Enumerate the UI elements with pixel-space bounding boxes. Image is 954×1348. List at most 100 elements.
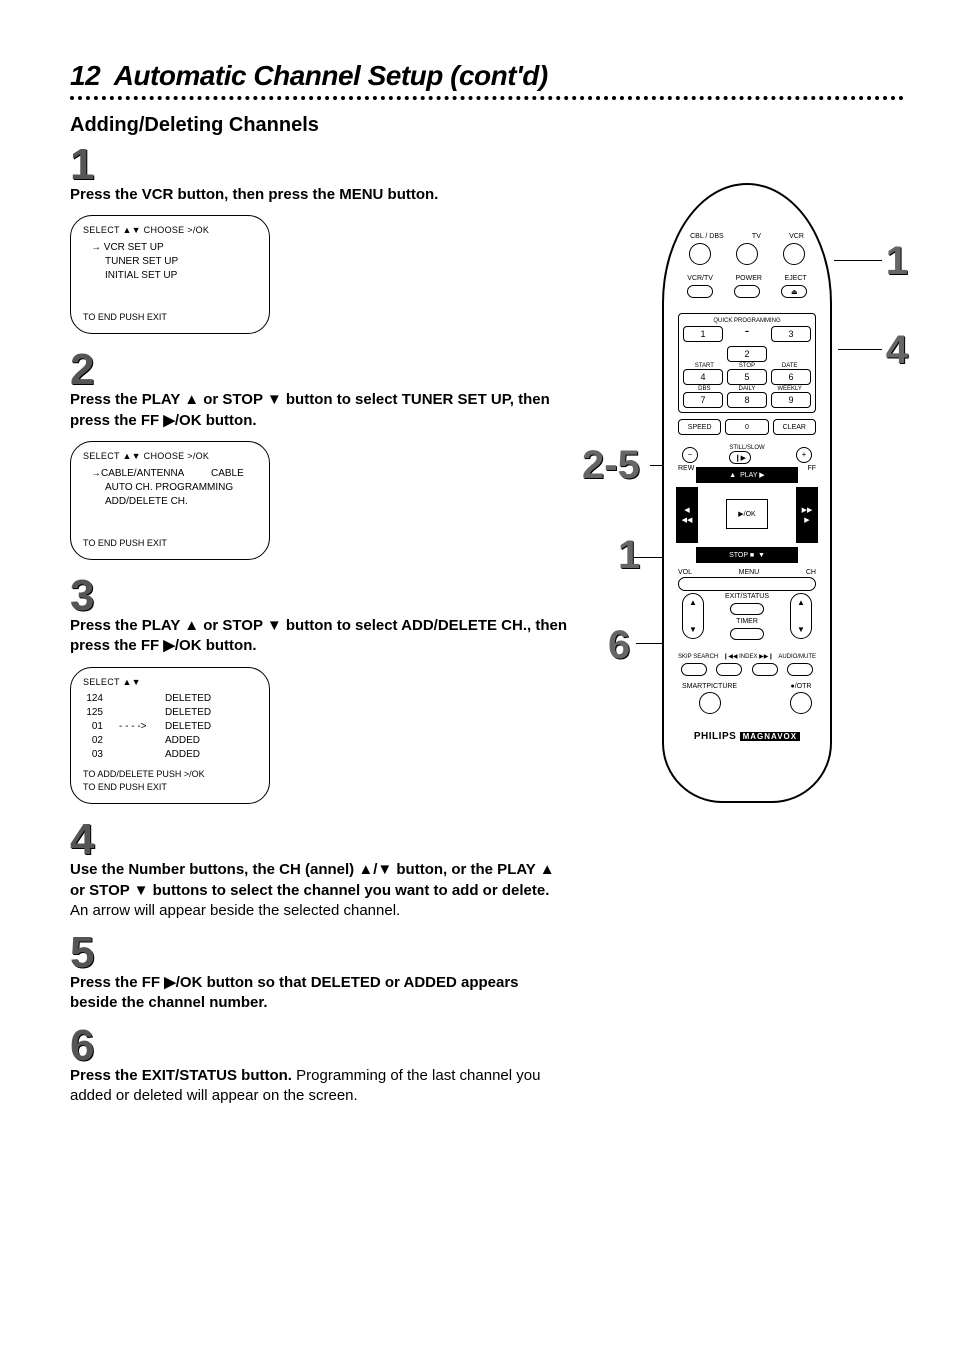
- vcrtv-label: VCR/TV: [687, 275, 713, 282]
- smartpicture-label: SMARTPICTURE: [682, 683, 737, 690]
- slow-plus-button[interactable]: +: [796, 447, 812, 463]
- vcr-button[interactable]: [783, 243, 805, 265]
- step-number-2: 2: [70, 348, 570, 392]
- index-prev-button[interactable]: [716, 663, 742, 676]
- key-0[interactable]: 0: [725, 419, 768, 435]
- callout-6: 6: [608, 623, 630, 668]
- osd2-row-3: ADD/DELETE CH.: [91, 495, 257, 509]
- step-6-text: Press the EXIT/STATUS button. Programmin…: [70, 1066, 570, 1107]
- bottom-row: SMARTPICTURE ●/OTR: [682, 683, 812, 714]
- menu-label: MENU: [739, 569, 760, 576]
- step-4-text: Use the Number buttons, the CH (annel) ▲…: [70, 860, 570, 921]
- audio-mute-button[interactable]: [787, 663, 813, 676]
- key-3[interactable]: 3: [771, 326, 811, 342]
- step-number-3: 3: [70, 574, 570, 618]
- step-number-4: 4: [70, 818, 570, 862]
- step-3-text: Press the PLAY ▲ or STOP ▼ button to sel…: [70, 616, 570, 657]
- slow-minus-button[interactable]: −: [682, 447, 698, 463]
- mid-labels: VCR/TV POWER EJECT: [664, 275, 830, 282]
- power-button[interactable]: [734, 285, 760, 298]
- step-5-text: Press the FF ▶/OK button so that DELETED…: [70, 973, 570, 1014]
- step-2-text: Press the PLAY ▲ or STOP ▼ button to sel…: [70, 390, 570, 431]
- dotted-rule: [70, 96, 904, 100]
- page-title: 12 Automatic Channel Setup (cont'd): [70, 60, 904, 92]
- exit-status-label: EXIT/STATUS: [725, 593, 769, 600]
- clear-button[interactable]: CLEAR: [773, 419, 816, 435]
- osd1-footer: TO END PUSH EXIT: [83, 311, 257, 324]
- osd3-header: SELECT ▲▼: [83, 676, 257, 689]
- brand: PHILIPS MAGNAVOX: [664, 731, 830, 742]
- key-7[interactable]: 7: [683, 392, 723, 408]
- remote-column: 1 4 2-5 1 6 CBL / DBS TV VCR VCR/TV POWE…: [590, 143, 904, 803]
- skip-row: SKIP SEARCH ❙◀◀ INDEX ▶▶❙ AUDIO/MUTE: [678, 653, 816, 660]
- osd2-row-1: CABLE/ANTENNACABLE: [91, 467, 257, 481]
- tv-button[interactable]: [736, 243, 758, 265]
- menu-button[interactable]: [678, 577, 816, 591]
- key-5[interactable]: 5: [727, 369, 767, 385]
- rec-otr-label: ●/OTR: [790, 683, 812, 690]
- stop-down-button[interactable]: STOP ■ ▼: [696, 547, 798, 563]
- timer-button[interactable]: [730, 628, 764, 640]
- callout-1: 1: [886, 239, 908, 284]
- nav-pad: ▲ PLAY ▶ STOP ■ ▼ ◀◀◀ ▶▶▶ ▶/OK: [676, 467, 818, 563]
- skip-search-button[interactable]: [681, 663, 707, 676]
- vcrtv-button[interactable]: [687, 285, 713, 298]
- menu-row: VOL MENU CH: [678, 569, 816, 591]
- osd2-header: SELECT ▲▼ CHOOSE >/OK: [83, 450, 257, 463]
- vol-label: VOL: [678, 569, 692, 576]
- tv-label: TV: [752, 233, 761, 240]
- osd3-body: 124DELETED 125DELETED 01- - - ->DELETED …: [83, 688, 257, 768]
- power-label: POWER: [736, 275, 762, 282]
- page-subtitle: Adding/Deleting Channels: [70, 114, 904, 137]
- ok-button[interactable]: ▶/OK: [726, 499, 768, 529]
- rew-left-button[interactable]: ◀◀◀: [676, 487, 698, 543]
- audio-mute-label: AUDIO/MUTE: [778, 654, 816, 660]
- page-title-text: Automatic Channel Setup (cont'd): [114, 60, 548, 91]
- step-1-text: Press the VCR button, then press the MEN…: [70, 185, 570, 205]
- osd2-row-2: AUTO CH. PROGRAMMING: [91, 481, 257, 495]
- osd2-footer: TO END PUSH EXIT: [83, 537, 257, 550]
- device-buttons: [664, 243, 830, 265]
- osd2-body: CABLE/ANTENNACABLE AUTO CH. PROGRAMMING …: [83, 463, 257, 537]
- osd-screen-1: SELECT ▲▼ CHOOSE >/OK VCR SET UP TUNER S…: [70, 215, 270, 334]
- device-labels: CBL / DBS TV VCR: [664, 233, 830, 240]
- osd1-item-3: INITIAL SET UP: [91, 269, 257, 283]
- mid-buttons: ⏏: [664, 285, 830, 298]
- key-2[interactable]: 2: [727, 346, 767, 362]
- page-number: 12: [70, 60, 100, 91]
- ff-right-button[interactable]: ▶▶▶: [796, 487, 818, 543]
- smartpicture-button[interactable]: [699, 692, 721, 714]
- osd1-header: SELECT ▲▼ CHOOSE >/OK: [83, 224, 257, 237]
- still-slow-label: STILL/SLOW: [729, 445, 764, 451]
- index-next-button[interactable]: [752, 663, 778, 676]
- callout-2-5: 2-5: [582, 443, 640, 488]
- key-6[interactable]: 6: [771, 369, 811, 385]
- key-1[interactable]: 1: [683, 326, 723, 342]
- exit-status-button[interactable]: [730, 603, 764, 615]
- osd3-footer-2: TO END PUSH EXIT: [83, 781, 257, 794]
- osd-screen-3: SELECT ▲▼ 124DELETED 125DELETED 01- - - …: [70, 667, 270, 805]
- osd3-row: 125DELETED: [85, 706, 257, 720]
- key-4[interactable]: 4: [683, 369, 723, 385]
- steps-column: 1 Press the VCR button, then press the M…: [70, 143, 570, 1116]
- speed-row: SPEED 0 CLEAR: [678, 419, 816, 435]
- still-slow-row: − STILL/SLOW ❙▶ +: [682, 445, 812, 464]
- cbl-dbs-label: CBL / DBS: [690, 233, 724, 240]
- leader-line: [838, 349, 882, 350]
- key-9[interactable]: 9: [771, 392, 811, 408]
- vol-rocker[interactable]: ▲▼: [682, 593, 704, 639]
- rec-otr-button[interactable]: [790, 692, 812, 714]
- eject-label: EJECT: [785, 275, 807, 282]
- cbl-dbs-button[interactable]: [689, 243, 711, 265]
- ch-rocker[interactable]: ▲▼: [790, 593, 812, 639]
- pause-play-button[interactable]: ❙▶: [729, 451, 751, 464]
- eject-button[interactable]: ⏏: [781, 285, 807, 298]
- osd1-item-1: VCR SET UP: [91, 241, 257, 255]
- leader-line: [834, 260, 882, 261]
- speed-button[interactable]: SPEED: [678, 419, 721, 435]
- key-8[interactable]: 8: [727, 392, 767, 408]
- step-number-6: 6: [70, 1024, 570, 1068]
- osd3-row: 02ADDED: [85, 734, 257, 748]
- play-up-button[interactable]: ▲ PLAY ▶: [696, 467, 798, 483]
- step-number-5: 5: [70, 931, 570, 975]
